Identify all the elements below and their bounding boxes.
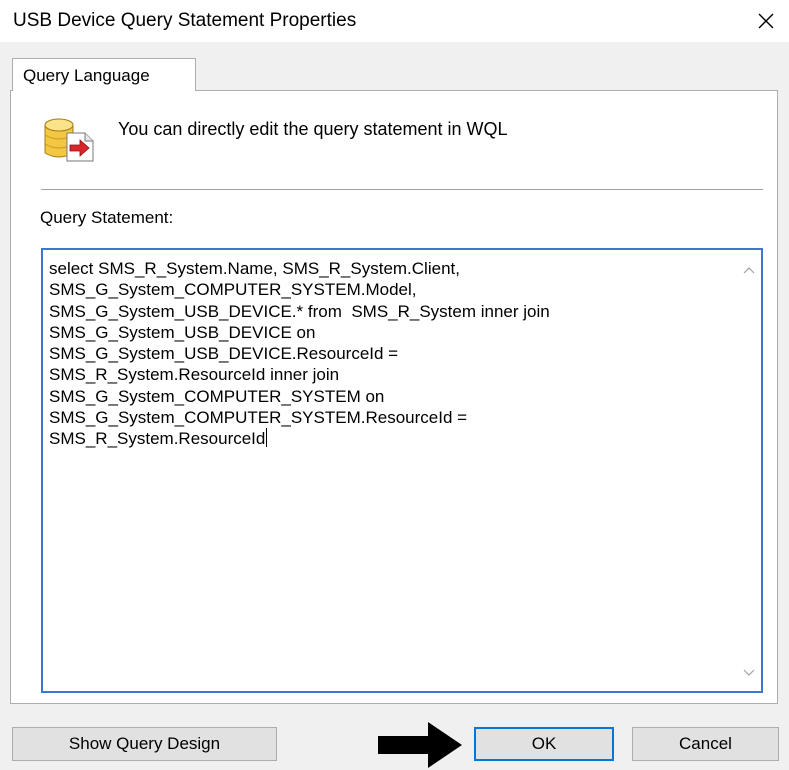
vertical-scrollbar[interactable] <box>737 250 761 691</box>
cancel-button[interactable]: Cancel <box>632 727 779 761</box>
query-line: SMS_G_System_COMPUTER_SYSTEM.Model, <box>49 280 417 300</box>
query-line: SMS_R_System.ResourceId <box>49 429 266 449</box>
query-line: SMS_G_System_USB_DEVICE.* from SMS_R_Sys… <box>49 301 550 321</box>
query-line: select SMS_R_System.Name, SMS_R_System.C… <box>49 259 460 278</box>
database-export-icon <box>44 118 94 162</box>
query-text[interactable]: select SMS_R_System.Name, SMS_R_System.C… <box>49 258 729 450</box>
tab-query-language[interactable]: Query Language <box>12 58 196 91</box>
pointer-arrow-icon <box>378 722 462 768</box>
info-text: You can directly edit the query statemen… <box>118 119 508 139</box>
close-button[interactable] <box>743 0 789 42</box>
chevron-down-icon <box>743 669 755 676</box>
query-statement-label: Query Statement: <box>40 208 174 227</box>
title-bar: USB Device Query Statement Properties <box>0 0 789 42</box>
tab-panel: You can directly edit the query statemen… <box>10 90 778 704</box>
scroll-up-button[interactable] <box>737 258 761 282</box>
separator <box>41 189 763 191</box>
show-query-design-button[interactable]: Show Query Design <box>12 727 277 761</box>
properties-dialog: USB Device Query Statement Properties Qu… <box>0 0 789 770</box>
query-line: SMS_R_System.ResourceId inner join <box>49 365 340 385</box>
ok-button[interactable]: OK <box>474 727 614 761</box>
text-caret <box>266 428 268 448</box>
query-line: SMS_G_System_USB_DEVICE on <box>49 322 316 342</box>
query-line: SMS_G_System_USB_DEVICE.ResourceId = <box>49 344 399 364</box>
close-icon <box>758 13 774 29</box>
chevron-up-icon <box>743 267 755 274</box>
scroll-down-button[interactable] <box>737 661 761 685</box>
ok-button-label: OK <box>531 734 557 753</box>
query-line: SMS_G_System_COMPUTER_SYSTEM on <box>49 386 385 406</box>
query-statement-textarea[interactable]: select SMS_R_System.Name, SMS_R_System.C… <box>41 248 763 693</box>
query-line: SMS_G_System_COMPUTER_SYSTEM.ResourceId … <box>49 408 468 428</box>
window-title: USB Device Query Statement Properties <box>13 10 357 31</box>
